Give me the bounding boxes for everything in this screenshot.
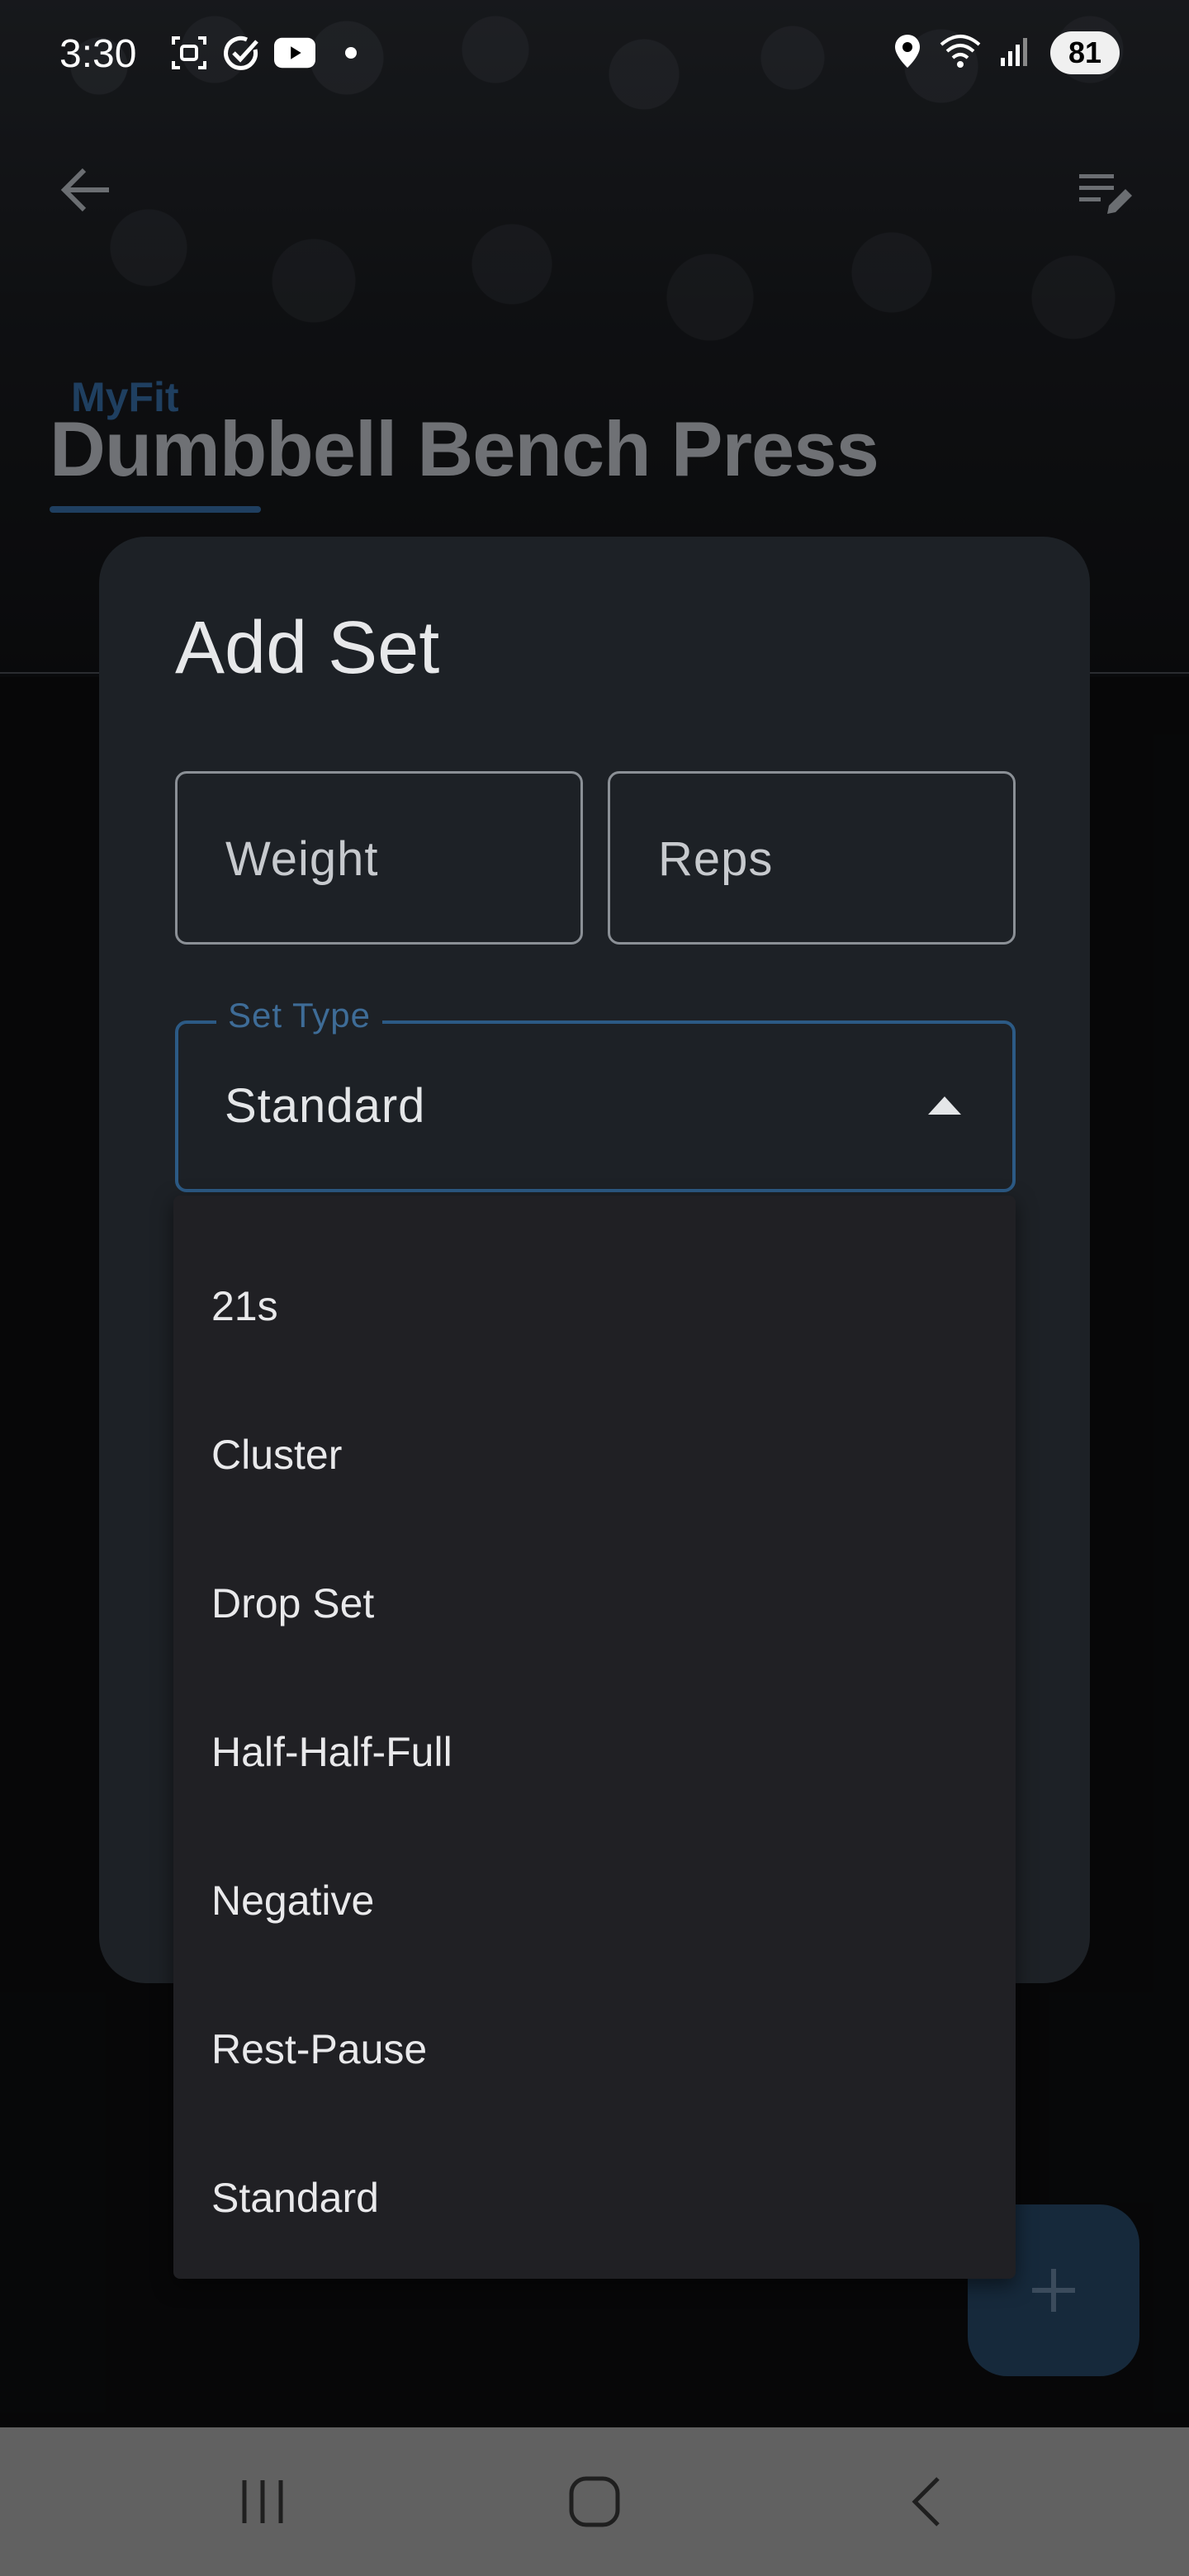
- back-icon: [912, 2477, 940, 2526]
- back-button[interactable]: [53, 157, 119, 223]
- menu-item[interactable]: Drop Set: [173, 1529, 1016, 1678]
- set-type-label: Set Type: [216, 996, 383, 1035]
- set-type-menu: 21s Cluster Drop Set Half-Half-Full Nega…: [173, 1196, 1016, 2279]
- menu-item[interactable]: Rest-Pause: [173, 1975, 1016, 2124]
- system-nav-bar: [0, 2427, 1189, 2576]
- arrow-left-icon: [60, 168, 109, 212]
- dialog-title: Add Set: [175, 607, 440, 689]
- menu-item[interactable]: Half-Half-Full: [173, 1678, 1016, 1826]
- exercise-title: Dumbbell Bench Press: [50, 405, 879, 492]
- reps-placeholder: Reps: [658, 832, 774, 886]
- status-system-icons: 81: [893, 31, 1120, 74]
- weight-placeholder: Weight: [225, 832, 379, 886]
- status-bar: 3:30 81: [0, 0, 1189, 107]
- home-icon: [569, 2476, 620, 2527]
- reps-field[interactable]: Reps: [608, 771, 1016, 945]
- set-type-value: Standard: [225, 1079, 426, 1133]
- recents-button[interactable]: [213, 2460, 312, 2543]
- signal-icon: [999, 35, 1032, 72]
- youtube-icon: [274, 33, 315, 73]
- tab-indicator: [50, 506, 261, 513]
- screen: 3:30 81 MyFit Dumbbell Bench Press Add S…: [0, 0, 1189, 2576]
- status-time: 3:30: [59, 32, 137, 76]
- edit-list-button[interactable]: [1073, 161, 1139, 227]
- menu-item[interactable]: Standard: [173, 2124, 1016, 2272]
- recents-icon: [242, 2480, 283, 2523]
- screenshot-icon: [168, 33, 210, 73]
- edit-list-icon: [1079, 174, 1132, 214]
- set-type-select[interactable]: Set Type Standard: [175, 996, 1016, 1192]
- plus-icon: [1032, 2269, 1075, 2312]
- wifi-icon: [940, 33, 981, 73]
- location-icon: [893, 33, 921, 73]
- nav-back-button[interactable]: [879, 2460, 978, 2543]
- menu-item[interactable]: Cluster: [173, 1380, 1016, 1529]
- dot-icon: [345, 47, 357, 59]
- weight-field[interactable]: Weight: [175, 771, 583, 945]
- menu-item[interactable]: Negative: [173, 1826, 1016, 1975]
- caret-up-icon: [928, 1096, 961, 1115]
- home-button[interactable]: [545, 2460, 644, 2543]
- menu-item[interactable]: 21s: [173, 1232, 1016, 1380]
- battery-indicator: 81: [1050, 31, 1120, 74]
- check-circle-icon: [221, 33, 263, 73]
- status-notification-icons: [168, 33, 357, 73]
